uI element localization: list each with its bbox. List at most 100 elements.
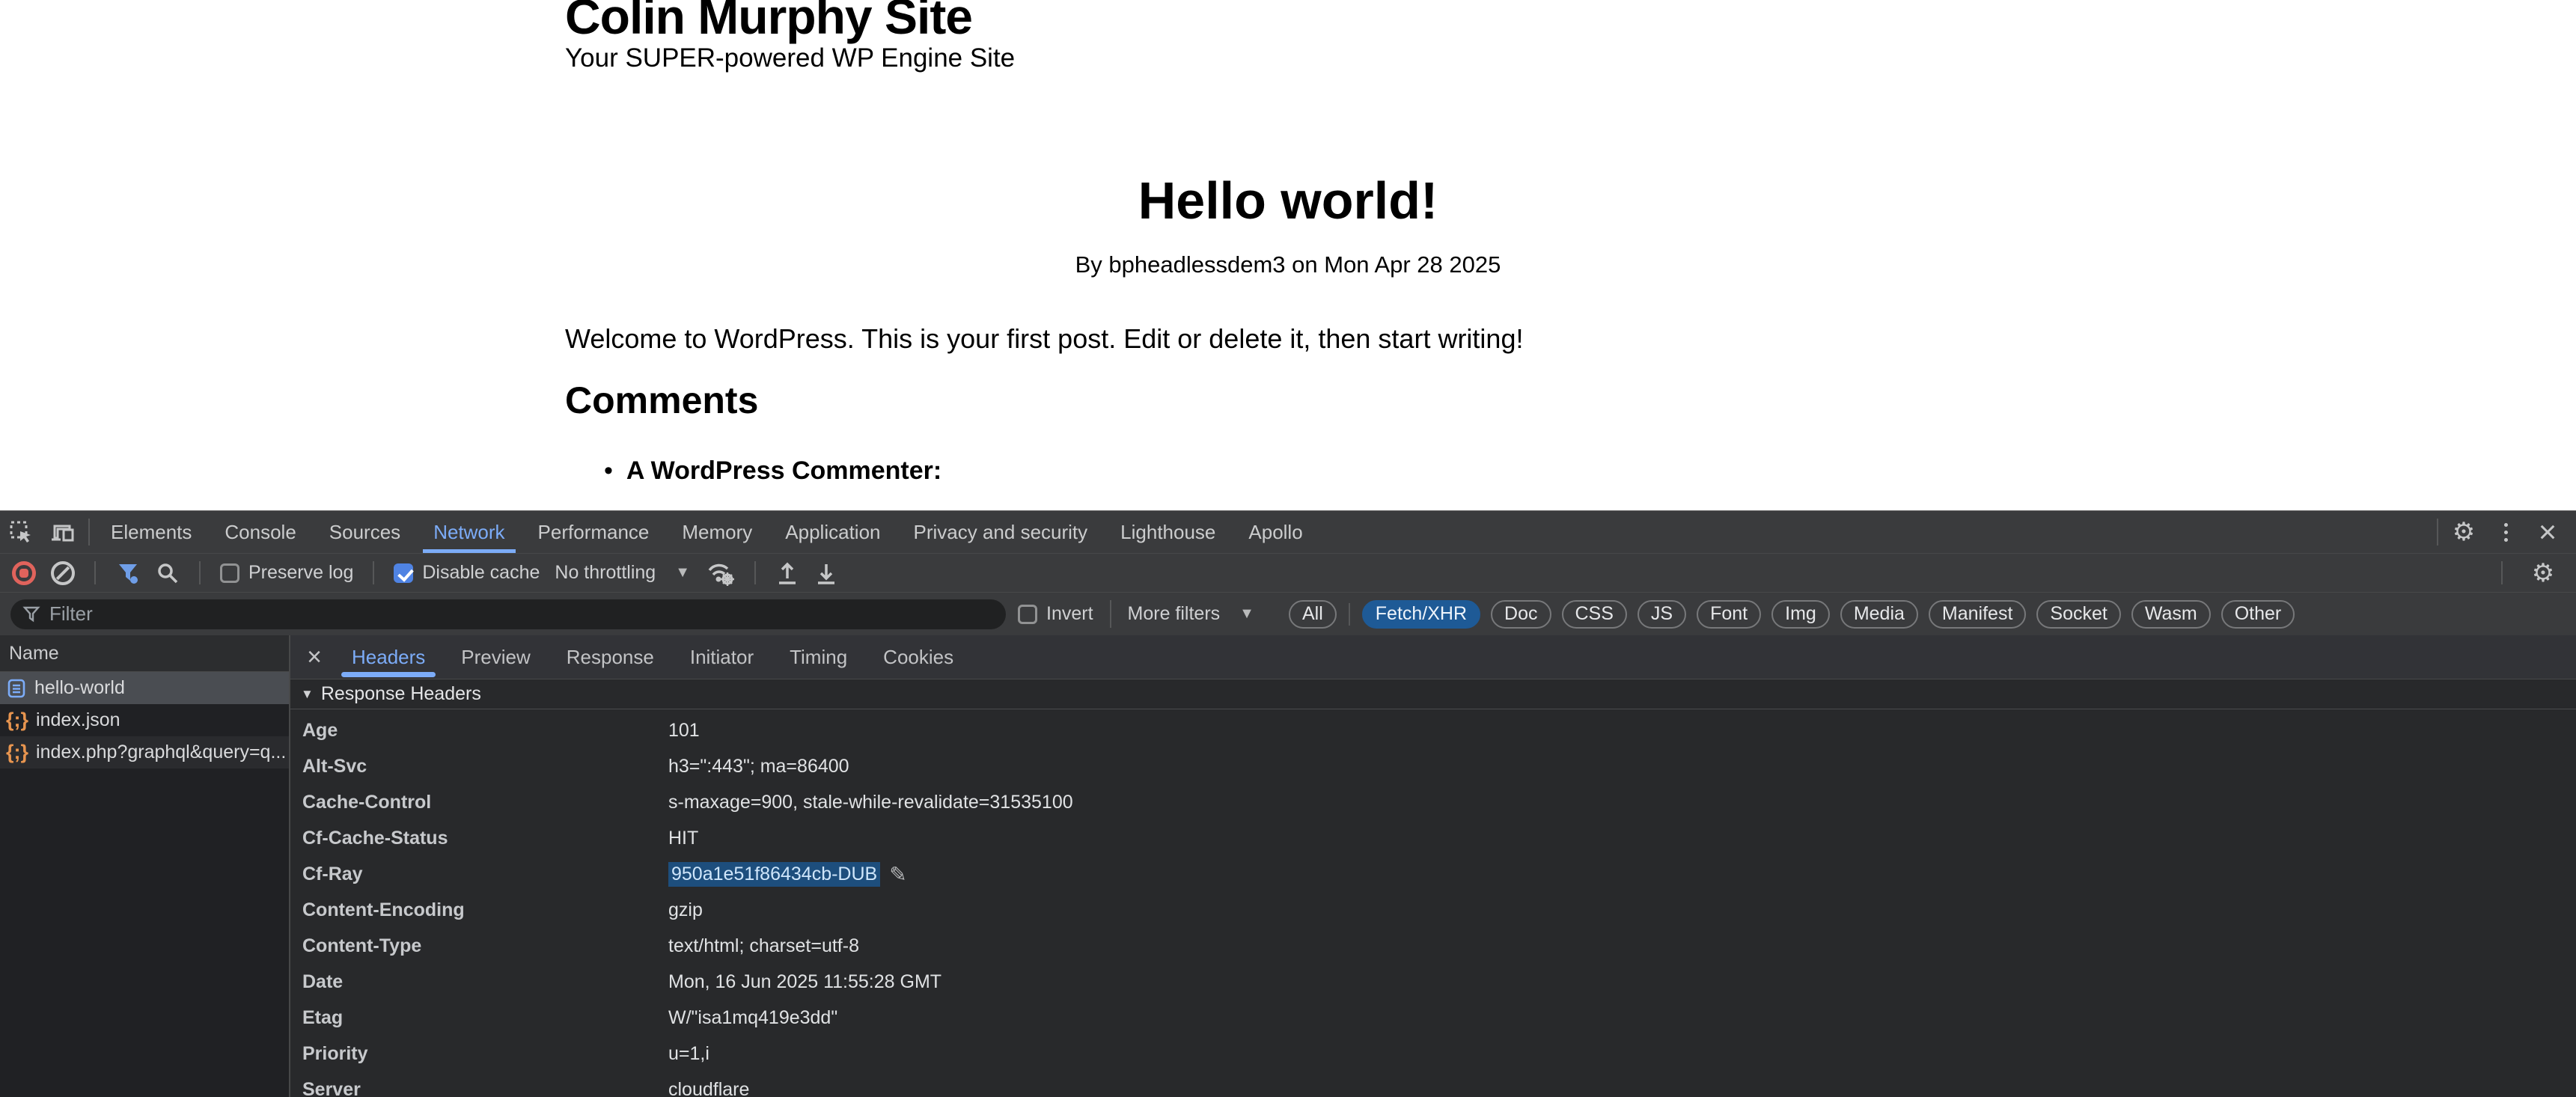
network-conditions-icon <box>705 560 735 587</box>
header-value: h3=":443"; ma=86400 <box>668 756 849 777</box>
divider <box>94 561 96 584</box>
divider <box>1349 603 1350 626</box>
gear-icon: ⚙ <box>2532 558 2554 588</box>
header-row: Alt-Svc h3=":443"; ma=86400 <box>290 748 2576 784</box>
throttling-value: No throttling <box>555 562 656 584</box>
tab-sources[interactable]: Sources <box>313 511 417 553</box>
header-key: Age <box>290 720 668 742</box>
chip-manifest[interactable]: Manifest <box>1929 600 2026 629</box>
request-detail-panel: × Headers Preview Response Initiator Tim… <box>290 635 2576 1097</box>
settings-button[interactable]: ⚙ <box>2443 511 2485 553</box>
network-main-area: Name hello-world {;} index.json {;} inde… <box>0 635 2576 1097</box>
post-title: Hello world! <box>565 171 2011 230</box>
more-options-button[interactable] <box>2485 511 2527 553</box>
filter-input-container[interactable] <box>10 599 1006 629</box>
detail-tab-headers[interactable]: Headers <box>334 635 443 679</box>
chip-socket[interactable]: Socket <box>2036 600 2120 629</box>
tab-application[interactable]: Application <box>769 511 897 553</box>
name-column-header[interactable]: Name <box>0 635 289 672</box>
detail-tab-cookies[interactable]: Cookies <box>865 635 971 679</box>
import-har-button[interactable] <box>775 560 799 586</box>
filter-input[interactable] <box>49 602 994 626</box>
kebab-menu-icon <box>2504 523 2508 542</box>
close-devtools-button[interactable]: × <box>2527 511 2569 553</box>
funnel-icon <box>115 560 141 586</box>
preserve-log-control[interactable]: Preserve log <box>220 562 353 584</box>
tab-network[interactable]: Network <box>417 511 521 553</box>
chip-font[interactable]: Font <box>1697 600 1761 629</box>
search-button[interactable] <box>156 561 180 585</box>
response-headers-section-toggle[interactable]: ▼ Response Headers <box>290 679 2576 709</box>
chip-css[interactable]: CSS <box>1562 600 1627 629</box>
tab-apollo[interactable]: Apollo <box>1232 511 1319 553</box>
request-row-hello-world[interactable]: hello-world <box>0 672 289 704</box>
requests-panel: Name hello-world {;} index.json {;} inde… <box>0 635 290 1097</box>
divider <box>2501 561 2503 584</box>
chip-doc[interactable]: Doc <box>1491 600 1551 629</box>
close-detail-button[interactable]: × <box>295 635 334 679</box>
header-key: Alt-Svc <box>290 756 668 777</box>
clear-network-log-button[interactable] <box>51 561 75 585</box>
request-row-index-php-graphql[interactable]: {;} index.php?graphql&query=q... <box>0 736 289 768</box>
edit-pencil-icon[interactable]: ✎ <box>889 862 906 887</box>
invert-filter-control[interactable]: Invert <box>1018 603 1093 625</box>
tab-performance[interactable]: Performance <box>522 511 666 553</box>
chip-fetch-xhr[interactable]: Fetch/XHR <box>1362 600 1480 629</box>
network-conditions-button[interactable] <box>705 560 735 587</box>
filter-toggle-button[interactable] <box>115 560 141 586</box>
more-filters-label: More filters <box>1128 603 1221 625</box>
throttling-dropdown[interactable]: No throttling ▼ <box>555 562 690 584</box>
disable-cache-checkbox[interactable] <box>394 563 413 583</box>
chip-wasm[interactable]: Wasm <box>2131 600 2211 629</box>
inspect-element-button[interactable] <box>0 511 42 553</box>
close-icon: × <box>307 643 322 672</box>
header-key: Server <box>290 1079 668 1097</box>
chip-js[interactable]: JS <box>1638 600 1686 629</box>
download-icon <box>814 560 838 586</box>
header-row: Cf-Cache-Status HIT <box>290 820 2576 856</box>
detail-tab-timing[interactable]: Timing <box>772 635 865 679</box>
header-value: Mon, 16 Jun 2025 11:55:28 GMT <box>668 971 941 993</box>
chip-img[interactable]: Img <box>1771 600 1830 629</box>
detail-tab-preview[interactable]: Preview <box>443 635 548 679</box>
request-name: index.php?graphql&query=q... <box>36 742 286 763</box>
request-name: hello-world <box>34 677 125 699</box>
export-har-button[interactable] <box>814 560 838 586</box>
chip-other[interactable]: Other <box>2221 600 2295 629</box>
header-value: s-maxage=900, stale-while-revalidate=315… <box>668 792 1073 813</box>
network-settings-button[interactable]: ⚙ <box>2522 558 2564 588</box>
tab-elements[interactable]: Elements <box>94 511 208 553</box>
divider <box>2437 519 2438 546</box>
device-toolbar-icon <box>50 520 76 544</box>
chip-media[interactable]: Media <box>1840 600 1918 629</box>
divider <box>88 519 90 546</box>
header-key: Etag <box>290 1007 668 1029</box>
request-row-index-json[interactable]: {;} index.json <box>0 704 289 736</box>
header-value-selected[interactable]: 950a1e51f86434cb-DUB <box>668 862 880 887</box>
more-filters-dropdown[interactable]: More filters ▼ <box>1128 603 1254 625</box>
preserve-log-checkbox[interactable] <box>220 563 239 583</box>
header-value: W/"isa1mq419e3dd" <box>668 1007 837 1029</box>
header-row: Content-Type text/html; charset=utf-8 <box>290 928 2576 964</box>
header-value: HIT <box>668 828 698 849</box>
device-toolbar-button[interactable] <box>42 511 84 553</box>
post-body: Welcome to WordPress. This is your first… <box>565 323 1523 355</box>
invert-checkbox[interactable] <box>1018 605 1037 624</box>
header-row: Date Mon, 16 Jun 2025 11:55:28 GMT <box>290 964 2576 1000</box>
chip-all[interactable]: All <box>1289 600 1337 629</box>
devtools-panel: Elements Console Sources Network Perform… <box>0 510 2576 1097</box>
chevron-down-icon: ▼ <box>1239 605 1254 623</box>
record-network-log-button[interactable] <box>12 561 36 585</box>
tab-memory[interactable]: Memory <box>665 511 769 553</box>
tab-lighthouse[interactable]: Lighthouse <box>1104 511 1232 553</box>
detail-tab-response[interactable]: Response <box>549 635 672 679</box>
tab-console[interactable]: Console <box>208 511 312 553</box>
header-key: Priority <box>290 1043 668 1065</box>
disable-cache-control[interactable]: Disable cache <box>394 562 540 584</box>
close-icon: × <box>2539 516 2557 548</box>
invert-label: Invert <box>1046 603 1093 625</box>
devtools-tabbar: Elements Console Sources Network Perform… <box>0 511 2576 553</box>
tab-privacy-security[interactable]: Privacy and security <box>897 511 1105 553</box>
request-name: index.json <box>36 709 120 731</box>
detail-tab-initiator[interactable]: Initiator <box>672 635 772 679</box>
